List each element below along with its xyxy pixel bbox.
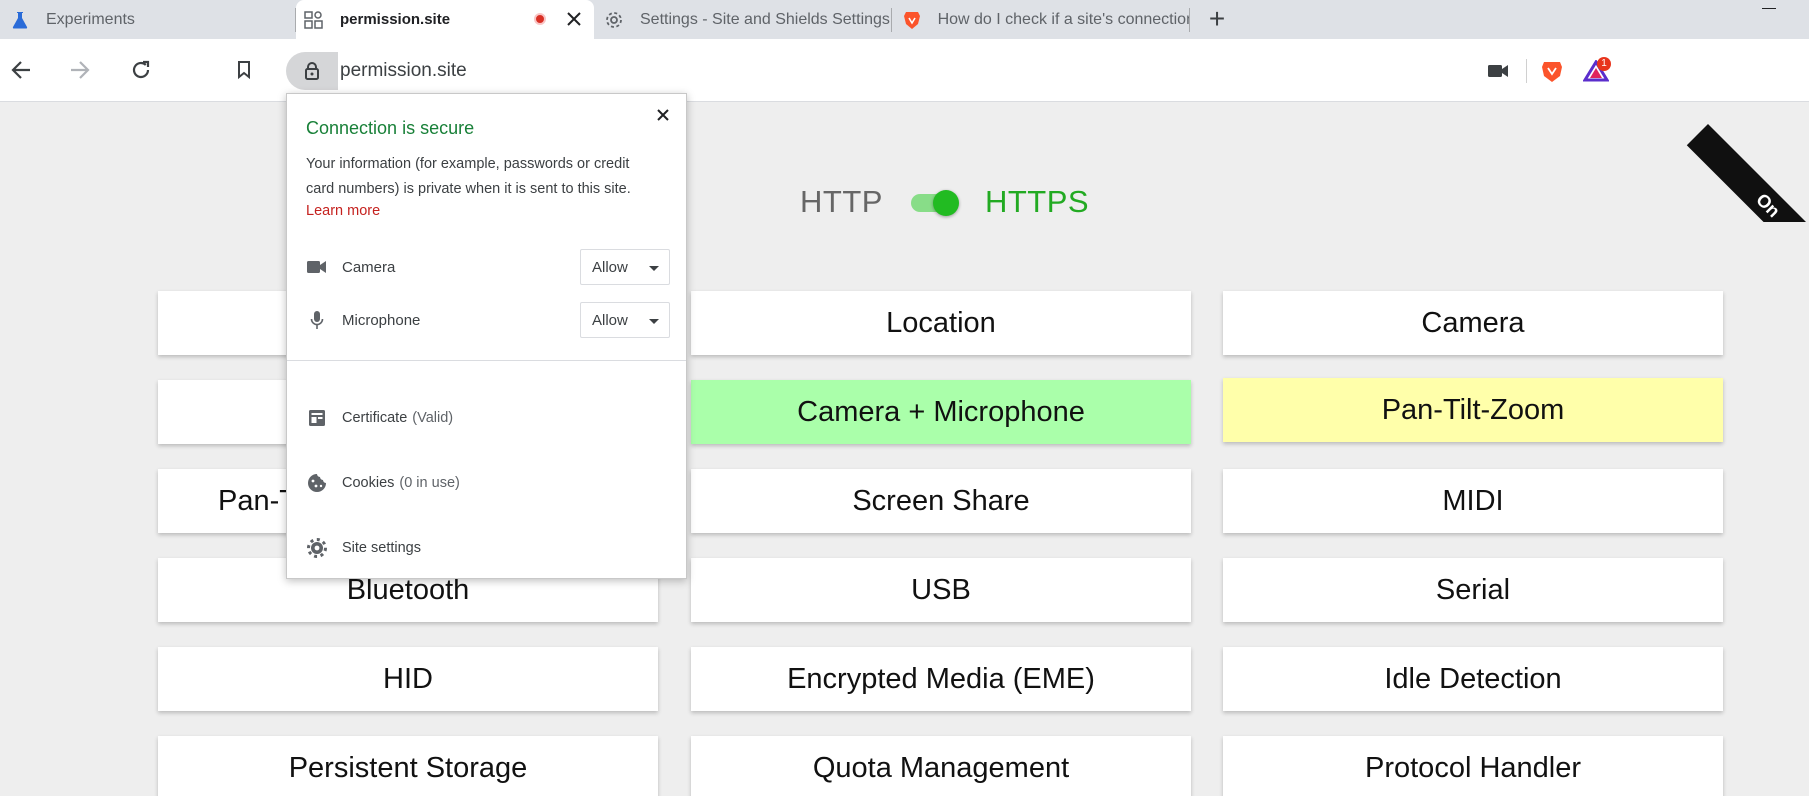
site-info-button[interactable] [286, 52, 338, 90]
permission-row-microphone: Microphone Allow [306, 302, 670, 338]
quota-management-button[interactable]: Quota Management [691, 736, 1191, 796]
url-text[interactable]: permission.site [340, 60, 467, 82]
tab-help-article[interactable]: How do I check if a site's connection is… [892, 0, 1190, 39]
rewards-badge: 1 [1597, 57, 1611, 71]
camera-microphone-button[interactable]: Camera + Microphone [691, 380, 1191, 444]
connection-status-title: Connection is secure [306, 118, 475, 138]
gear-icon [306, 537, 328, 559]
http-label: HTTP [800, 184, 883, 219]
tab-settings[interactable]: Settings - Site and Shields Settings [594, 0, 892, 39]
arrow-left-icon [11, 61, 30, 79]
certificate-icon [306, 407, 328, 429]
bookmark-icon [238, 61, 250, 80]
midi-button[interactable]: MIDI [1223, 469, 1723, 533]
brave-rewards-button[interactable]: 1 [1576, 51, 1616, 91]
back-button[interactable] [4, 53, 38, 87]
tab-permission-site[interactable]: permission.site [296, 0, 594, 39]
persistent-storage-button[interactable]: Persistent Storage [158, 736, 658, 796]
camera-in-use-button[interactable] [1482, 51, 1514, 91]
idle-detection-button[interactable]: Idle Detection [1223, 647, 1723, 711]
site-settings-label: Site settings [342, 540, 421, 556]
location-button[interactable]: Location [691, 291, 1191, 355]
minimize-button[interactable] [1762, 8, 1776, 9]
address-bar[interactable]: permission.site 1 [286, 51, 1618, 91]
hid-button[interactable]: HID [158, 647, 658, 711]
camera-icon [306, 256, 328, 278]
toolbar: permission.site 1 [0, 39, 1809, 102]
brave-shield-icon [1542, 62, 1562, 82]
forward-button[interactable] [63, 53, 97, 87]
connection-description: Your information (for example, passwords… [306, 156, 631, 197]
tab-title: Experiments [46, 10, 135, 28]
flask-icon [10, 10, 30, 30]
usb-button[interactable]: USB [691, 558, 1191, 622]
recording-indicator-icon [534, 13, 546, 25]
certificate-label: Certificate [342, 410, 408, 426]
lock-icon [305, 62, 319, 80]
encrypted-media-button[interactable]: Encrypted Media (EME) [691, 647, 1191, 711]
learn-more-link[interactable]: Learn more [306, 203, 380, 219]
chevron-down-icon [649, 266, 659, 271]
microphone-icon [306, 309, 328, 331]
permission-row-camera: Camera Allow [306, 249, 670, 285]
brave-lion-icon [902, 10, 922, 30]
https-toggle-switch[interactable] [910, 187, 959, 217]
site-settings-row[interactable]: Site settings [306, 534, 421, 562]
tab-strip: Experiments permission.site Settings - S… [0, 0, 1809, 39]
video-camera-icon [1488, 65, 1508, 77]
protocol-handler-button[interactable]: Protocol Handler [1223, 736, 1723, 796]
pan-tilt-zoom-button[interactable]: Pan-Tilt-Zoom [1223, 378, 1723, 442]
tab-experiments[interactable]: Experiments [0, 0, 296, 39]
gear-icon [604, 10, 624, 30]
screen-share-button[interactable]: Screen Share [691, 469, 1191, 533]
brave-shields-button[interactable] [1536, 51, 1568, 91]
tab-title: How do I check if a site's connection is… [937, 10, 1190, 28]
chevron-down-icon [649, 319, 659, 324]
camera-permission-select[interactable]: Allow [580, 249, 670, 285]
cookies-status: (0 in use) [399, 475, 460, 491]
certificate-row[interactable]: Certificate (Valid) [306, 404, 453, 432]
tab-title: Settings - Site and Shields Settings [640, 10, 890, 28]
https-label: HTTPS [984, 184, 1090, 219]
cookies-row[interactable]: Cookies (0 in use) [306, 469, 460, 497]
microphone-permission-select[interactable]: Allow [580, 302, 670, 338]
permission-site-icon [304, 10, 324, 30]
cookies-label: Cookies [342, 475, 395, 491]
serial-button[interactable]: Serial [1223, 558, 1723, 622]
corner-ribbon: On [1680, 102, 1809, 222]
http-https-toggle-row: HTTP HTTPS [800, 182, 1089, 222]
ribbon-label: On [1686, 124, 1809, 222]
cookie-icon [306, 472, 328, 494]
camera-button[interactable]: Camera [1223, 291, 1723, 355]
permission-label: Camera [342, 258, 396, 276]
bookmark-button[interactable] [227, 53, 261, 87]
tab-title: permission.site [340, 11, 451, 28]
new-tab-button[interactable]: + [1200, 2, 1234, 36]
tab-close-icon[interactable] [563, 8, 585, 30]
reload-icon [132, 60, 150, 79]
permission-label: Microphone [342, 311, 421, 329]
arrow-right-icon [71, 61, 90, 79]
close-icon [657, 109, 669, 121]
site-info-popup: Connection is secure Your information (f… [286, 93, 687, 579]
popup-close-button[interactable] [652, 104, 674, 126]
reload-button[interactable] [124, 53, 158, 87]
certificate-status: (Valid) [412, 410, 454, 426]
